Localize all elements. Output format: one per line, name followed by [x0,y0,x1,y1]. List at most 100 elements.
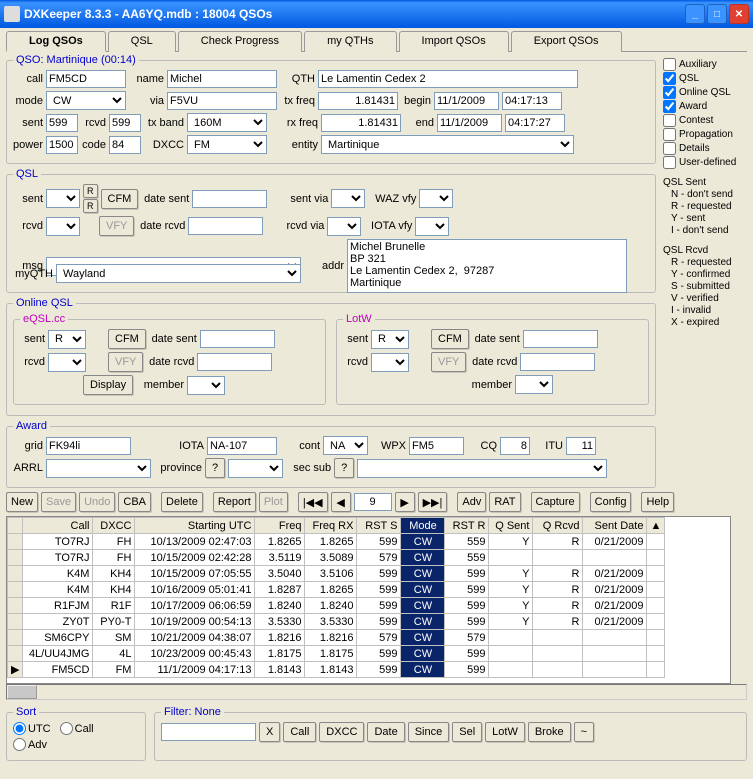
filter-text-input[interactable] [161,723,256,741]
lotw-member-select[interactable] [515,375,553,394]
myqth-select[interactable]: Wayland [56,264,301,283]
col-mode[interactable]: Mode [401,518,445,534]
name-input[interactable] [167,70,277,88]
report-button[interactable]: Report [213,492,256,512]
last-button[interactable]: ▶▶| [418,492,448,512]
side-check-propagation[interactable]: Propagation [663,128,745,141]
new-button[interactable]: New [6,492,38,512]
qsl-vfy-button[interactable]: VFY [99,216,134,236]
wpx-input[interactable] [409,437,464,455]
table-row[interactable]: SM6CPYSM10/21/2009 04:38:071.82161.82165… [8,630,665,646]
iota-input[interactable] [207,437,277,455]
col-q-sent[interactable]: Q Sent [489,518,533,534]
cq-input[interactable] [500,437,530,455]
col-sent-date[interactable]: Sent Date [583,518,647,534]
lotw-date-rcvd-input[interactable] [520,353,595,371]
side-check-qsl[interactable]: QSL [663,72,745,85]
table-row[interactable]: ZY0TPY0-T10/19/2009 00:54:133.53303.5330… [8,614,665,630]
filter-lotw-button[interactable]: LotW [485,722,525,742]
sort-utc-radio[interactable]: UTC [13,722,51,735]
eqsl-date-sent-input[interactable] [200,330,275,348]
call-input[interactable] [46,70,126,88]
tab-export-qsos[interactable]: Export QSOs [511,31,622,52]
undo-button[interactable]: Undo [79,492,115,512]
sort-call-radio[interactable]: Call [60,722,94,735]
minimize-button[interactable]: _ [685,4,705,24]
config-button[interactable]: Config [590,492,632,512]
end-date-input[interactable] [437,114,502,132]
filter-date-button[interactable]: Date [367,722,404,742]
eqsl-rcvd-select[interactable] [48,353,86,372]
lotw-rcvd-select[interactable] [371,353,409,372]
qsl-cfm-button[interactable]: CFM [101,189,139,209]
cba-button[interactable]: CBA [118,492,151,512]
code-input[interactable] [109,136,141,154]
side-check-user-defined[interactable]: User-defined [663,156,745,169]
table-row[interactable]: 4L/UU4JMG4L10/23/2009 00:45:431.81751.81… [8,646,665,662]
table-row[interactable]: R1FJMR1F10/17/2009 06:06:591.82401.82405… [8,598,665,614]
sort-adv-radio[interactable]: Adv [13,738,47,751]
mode-select[interactable]: CW [46,91,126,110]
col-dxcc[interactable]: DXCC [93,518,135,534]
secsub-select[interactable] [357,459,607,478]
sent-input[interactable] [46,114,78,132]
table-row[interactable]: TO7RJFH10/13/2009 02:47:031.82651.826559… [8,534,665,550]
tab-qsl[interactable]: QSL [108,31,176,52]
plot-button[interactable]: Plot [259,492,288,512]
filter-tilde-button[interactable]: ~ [574,722,594,742]
lotw-vfy-button[interactable]: VFY [431,352,466,372]
entity-select[interactable]: Martinique [321,135,574,154]
cont-select[interactable]: NA [323,436,368,455]
log-grid[interactable]: CallDXCCStarting UTCFreqFreq RXRST SMode… [6,516,731,684]
delete-button[interactable]: Delete [161,492,203,512]
tab-check-progress[interactable]: Check Progress [178,31,302,52]
province-help-button[interactable]: ? [205,458,225,478]
close-button[interactable]: ✕ [729,4,749,24]
dxcc-select[interactable]: FM [187,135,267,154]
arrl-select[interactable] [46,459,151,478]
filter-sel-button[interactable]: Sel [452,722,482,742]
begin-time-input[interactable] [502,92,562,110]
side-check-details[interactable]: Details [663,142,745,155]
eqsl-cfm-button[interactable]: CFM [108,329,146,349]
filter-dxcc-button[interactable]: DXCC [319,722,364,742]
eqsl-display-button[interactable]: Display [83,375,133,395]
col-q-rcvd[interactable]: Q Rcvd [533,518,583,534]
next-button[interactable]: ▶ [395,492,415,512]
col-rst-s[interactable]: RST S [357,518,401,534]
side-check-contest[interactable]: Contest [663,114,745,127]
filter-since-button[interactable]: Since [408,722,450,742]
qsl-waz-select[interactable] [419,189,453,208]
table-row[interactable]: K4MKH410/15/2009 07:05:553.50403.5106599… [8,566,665,582]
filter-call-button[interactable]: Call [283,722,316,742]
lotw-date-sent-input[interactable] [523,330,598,348]
col-call[interactable]: Call [23,518,93,534]
qsl-date-sent-input[interactable] [192,190,267,208]
qsl-addr-text[interactable]: Michel Brunelle BP 321 Le Lamentin Cedex… [347,239,627,293]
help-button[interactable]: Help [641,492,674,512]
side-check-online-qsl[interactable]: Online QSL [663,86,745,99]
qsl-iota-select[interactable] [415,217,449,236]
col-freq-rx[interactable]: Freq RX [305,518,357,534]
end-time-input[interactable] [505,114,565,132]
first-button[interactable]: |◀◀ [298,492,328,512]
tab-log-qsos[interactable]: Log QSOs [6,31,106,52]
grid-horizontal-scrollbar[interactable] [6,684,747,700]
qsl-r1-button[interactable]: R [83,184,98,198]
rx-freq-input[interactable] [321,114,401,132]
tx-band-select[interactable]: 160M [187,113,267,132]
lotw-cfm-button[interactable]: CFM [431,329,469,349]
filter-clear-button[interactable]: X [259,722,280,742]
save-button[interactable]: Save [41,492,76,512]
power-input[interactable] [46,136,78,154]
tx-freq-input[interactable] [318,92,398,110]
adv-button[interactable]: Adv [457,492,486,512]
filter-broke-button[interactable]: Broke [528,722,571,742]
qsl-r2-button[interactable]: R [83,199,98,213]
table-row[interactable]: K4MKH410/16/2009 05:01:411.82871.8265599… [8,582,665,598]
grid-input[interactable] [46,437,131,455]
qsl-date-rcvd-input[interactable] [188,217,263,235]
col-starting-utc[interactable]: Starting UTC [135,518,255,534]
begin-date-input[interactable] [434,92,499,110]
qsl-rcvd-select[interactable] [46,217,80,236]
